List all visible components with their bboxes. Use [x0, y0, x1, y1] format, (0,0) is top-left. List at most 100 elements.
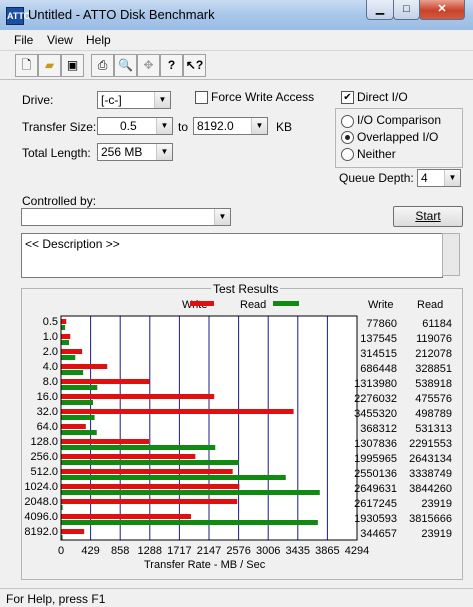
menu-help[interactable]: Help: [86, 33, 111, 47]
new-button[interactable]: 🗋: [15, 54, 38, 77]
controlled-by-label: Controlled by:: [22, 194, 97, 208]
write-value: 1995965: [354, 453, 397, 465]
write-bar: [61, 454, 196, 459]
x-tick-label: 4294: [345, 545, 369, 557]
write-bar: [61, 469, 233, 474]
read-value: 61184: [422, 318, 452, 330]
transfer-size-label: Transfer Size:: [22, 120, 97, 134]
read-bar: [61, 520, 318, 525]
menu-view[interactable]: View: [47, 33, 73, 47]
start-button[interactable]: Start: [393, 206, 463, 227]
new-icon: 🗋: [21, 58, 32, 72]
category-label: 32.0: [37, 406, 58, 418]
transfer-from-select[interactable]: 0.5 ▼: [97, 117, 173, 135]
force-write-label: Force Write Access: [211, 90, 315, 104]
drive-select[interactable]: [-c-] ▼: [97, 91, 171, 109]
read-bar: [61, 475, 286, 480]
toolbar: 🗋 ▰ ▣ ⎙ 🔍 ✥ ? ↖?: [0, 50, 473, 80]
force-write-checkbox[interactable]: [195, 91, 208, 104]
write-bar: [61, 499, 238, 504]
print-button[interactable]: ⎙: [91, 54, 114, 77]
move-icon: ✥: [143, 58, 154, 72]
write-bar: [61, 409, 294, 414]
context-help-button[interactable]: ↖?: [183, 54, 206, 77]
x-axis-label: Transfer Rate - MB / Sec: [144, 559, 266, 571]
queue-depth-value: 4: [421, 171, 428, 185]
category-label: 128.0: [30, 436, 58, 448]
read-value: 23919: [421, 528, 452, 540]
category-label: 0.5: [43, 316, 58, 328]
read-bar: [61, 325, 66, 330]
io-comparison-radio[interactable]: [341, 115, 354, 128]
context-help-icon: ↖?: [185, 58, 204, 72]
open-button[interactable]: ▰: [38, 54, 61, 77]
open-icon: ▰: [44, 58, 55, 72]
print-preview-icon: 🔍: [118, 58, 133, 72]
read-bar: [61, 385, 98, 390]
chevron-down-icon: ▼: [214, 209, 230, 225]
x-tick-label: 1717: [167, 545, 191, 557]
neither-radio[interactable]: [341, 148, 354, 161]
write-value: 1930593: [354, 513, 397, 525]
print-icon: ⎙: [97, 58, 108, 72]
print-preview-button[interactable]: 🔍: [114, 54, 137, 77]
read-bar: [61, 460, 239, 465]
io-comparison-label: I/O Comparison: [357, 113, 442, 127]
read-value: 3815666: [409, 513, 452, 525]
write-value: 1307836: [354, 438, 397, 450]
queue-depth-label: Queue Depth:: [339, 171, 414, 185]
description-scrollbar[interactable]: [442, 233, 460, 276]
kb-label: KB: [276, 120, 293, 134]
read-value: 538918: [415, 378, 452, 390]
write-value: 2617245: [354, 498, 397, 510]
minimize-button[interactable]: ▁: [366, 0, 394, 20]
write-bar: [61, 439, 150, 444]
read-bar: [61, 430, 97, 435]
title-bar: ATTO Untitled - ATTO Disk Benchmark ▁ □ …: [0, 0, 473, 31]
category-label: 8.0: [43, 376, 58, 388]
total-length-select[interactable]: 256 MB ▼: [97, 143, 173, 161]
category-label: 16.0: [37, 391, 58, 403]
x-tick-label: 429: [81, 545, 99, 557]
read-value: 212078: [415, 348, 452, 360]
read-bar: [61, 415, 95, 420]
write-value: 1313980: [354, 378, 397, 390]
menu-bar: File View Help: [0, 30, 473, 50]
category-label: 1.0: [43, 331, 58, 343]
close-icon: ✕: [437, 3, 447, 15]
read-value: 119076: [416, 333, 452, 345]
category-label: 8192.0: [24, 526, 58, 538]
maximize-icon: □: [403, 3, 410, 15]
controlled-by-select[interactable]: ▼: [21, 208, 231, 226]
read-value: 3844260: [409, 483, 452, 495]
write-bar: [61, 364, 108, 369]
help-icon: ?: [167, 58, 176, 72]
app-icon: ATTO: [6, 7, 31, 25]
chevron-down-icon: ▼: [156, 118, 172, 134]
status-text: For Help, press F1: [6, 592, 106, 606]
write-bar: [61, 514, 191, 519]
read-legend-swatch: [273, 301, 299, 306]
move-button[interactable]: ✥: [137, 54, 160, 77]
read-column-header: Read: [417, 299, 443, 311]
save-button[interactable]: ▣: [61, 54, 84, 77]
read-value: 531313: [415, 423, 452, 435]
help-button[interactable]: ?: [160, 54, 183, 77]
overlapped-io-radio[interactable]: [341, 131, 354, 144]
close-button[interactable]: ✕: [419, 0, 465, 20]
write-value: 2276032: [354, 393, 397, 405]
benchmark-chart: Write Read Write Read 042985812881717214…: [24, 299, 452, 571]
queue-depth-select[interactable]: 4 ▼: [417, 169, 461, 187]
direct-io-checkbox[interactable]: ✔: [341, 91, 354, 104]
maximize-button[interactable]: □: [393, 0, 420, 20]
menu-file[interactable]: File: [14, 33, 33, 47]
x-tick-label: 0: [58, 545, 64, 557]
description-textarea[interactable]: << Description >>: [21, 233, 443, 278]
x-tick-label: 1288: [138, 545, 162, 557]
transfer-to-select[interactable]: 8192.0 ▼: [193, 117, 268, 135]
read-bar: [61, 490, 320, 495]
write-bar: [61, 319, 67, 324]
write-bar: [61, 424, 86, 429]
write-value: 77860: [366, 318, 397, 330]
write-bar: [61, 334, 71, 339]
